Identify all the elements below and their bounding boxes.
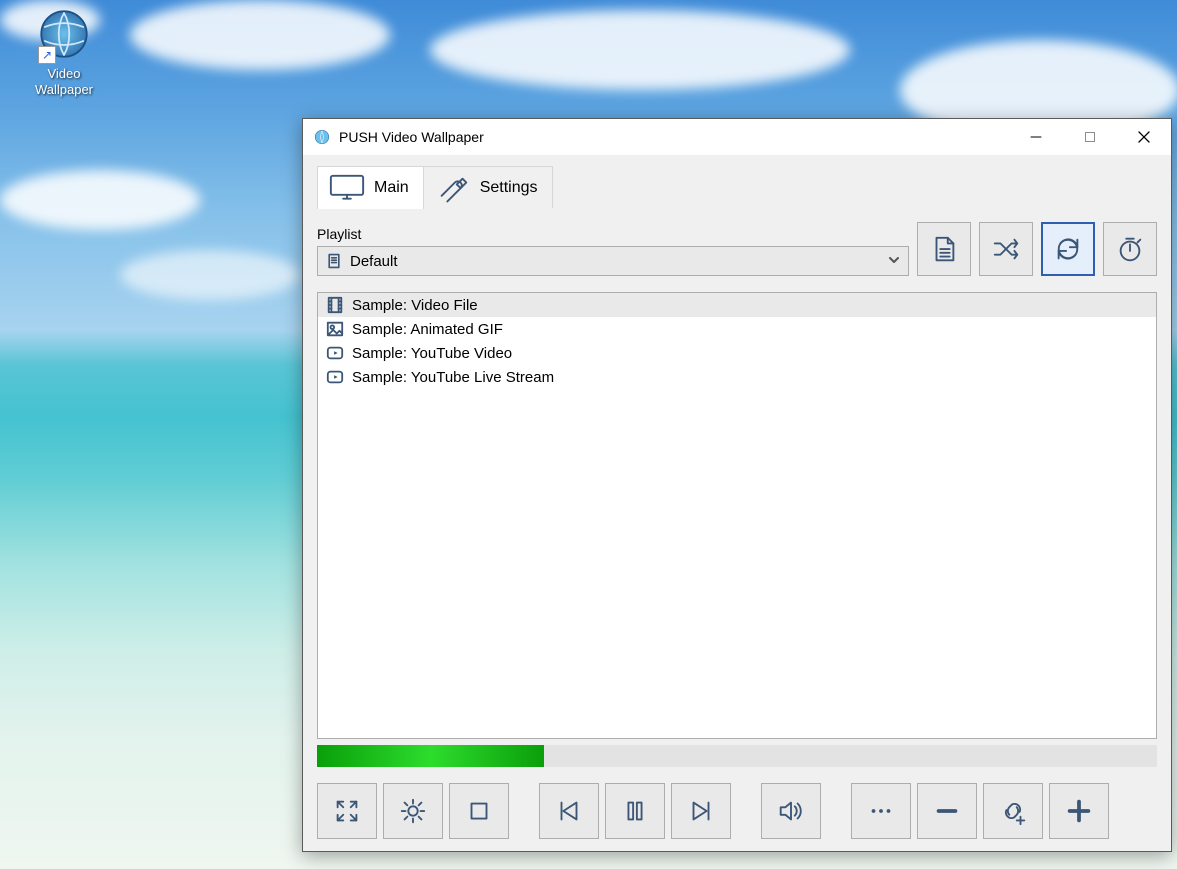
- cloud: [130, 0, 390, 70]
- new-playlist-button[interactable]: [917, 222, 971, 276]
- youtube-icon: [326, 344, 344, 362]
- list-item-label: Sample: YouTube Live Stream: [352, 369, 554, 386]
- close-button[interactable]: [1117, 119, 1171, 155]
- progress-bar[interactable]: [317, 745, 1157, 767]
- image-file-icon: [326, 320, 344, 338]
- cloud: [430, 10, 850, 90]
- more-button[interactable]: [851, 783, 911, 839]
- list-item[interactable]: Sample: Animated GIF: [318, 317, 1156, 341]
- tab-settings[interactable]: Settings: [424, 166, 553, 209]
- repeat-button[interactable]: [1041, 222, 1095, 276]
- youtube-icon: [326, 368, 344, 386]
- titlebar-app-icon: [313, 128, 331, 146]
- client-area: Main Settings Playlist: [303, 155, 1171, 851]
- app-icon: ↗: [34, 4, 94, 64]
- tab-bar: Main Settings: [317, 166, 1157, 209]
- list-item-label: Sample: YouTube Video: [352, 345, 512, 362]
- pause-button[interactable]: [605, 783, 665, 839]
- minimize-button[interactable]: [1009, 119, 1063, 155]
- cloud: [0, 170, 200, 230]
- playlist-listbox[interactable]: Sample: Video File Sample: Animated GIF …: [317, 292, 1157, 739]
- playlist-label: Playlist: [317, 226, 909, 242]
- tab-settings-label: Settings: [480, 179, 538, 197]
- shortcut-overlay-icon: ↗: [38, 46, 56, 64]
- list-item-label: Sample: Video File: [352, 297, 478, 314]
- add-url-button[interactable]: [983, 783, 1043, 839]
- volume-button[interactable]: [761, 783, 821, 839]
- tab-main[interactable]: Main: [317, 166, 424, 209]
- add-button[interactable]: [1049, 783, 1109, 839]
- playback-toolbar: [317, 783, 1157, 839]
- list-item-label: Sample: Animated GIF: [352, 321, 503, 338]
- video-file-icon: [326, 296, 344, 314]
- maximize-button[interactable]: [1063, 119, 1117, 155]
- desktop-shortcut-video-wallpaper[interactable]: ↗ Video Wallpaper: [22, 4, 106, 97]
- document-icon: [326, 253, 342, 269]
- list-item[interactable]: Sample: YouTube Live Stream: [318, 365, 1156, 389]
- cloud: [120, 250, 300, 300]
- timer-button[interactable]: [1103, 222, 1157, 276]
- fullscreen-button[interactable]: [317, 783, 377, 839]
- desktop-shortcut-label: Video Wallpaper: [22, 66, 106, 97]
- playlist-dropdown-value: Default: [350, 253, 880, 270]
- stop-button[interactable]: [449, 783, 509, 839]
- remove-button[interactable]: [917, 783, 977, 839]
- main-panel: Playlist Default: [317, 208, 1157, 839]
- tools-icon: [434, 173, 472, 203]
- list-item[interactable]: Sample: Video File: [318, 293, 1156, 317]
- window-title: PUSH Video Wallpaper: [339, 129, 1009, 145]
- monitor-icon: [328, 173, 366, 203]
- chevron-down-icon: [888, 253, 900, 270]
- playlist-dropdown[interactable]: Default: [317, 246, 909, 276]
- list-item[interactable]: Sample: YouTube Video: [318, 341, 1156, 365]
- shuffle-button[interactable]: [979, 222, 1033, 276]
- app-window: PUSH Video Wallpaper Main Settings: [302, 118, 1172, 852]
- settings-gear-button[interactable]: [383, 783, 443, 839]
- next-button[interactable]: [671, 783, 731, 839]
- previous-button[interactable]: [539, 783, 599, 839]
- titlebar[interactable]: PUSH Video Wallpaper: [303, 119, 1171, 155]
- tab-main-label: Main: [374, 179, 409, 197]
- progress-fill: [317, 745, 544, 767]
